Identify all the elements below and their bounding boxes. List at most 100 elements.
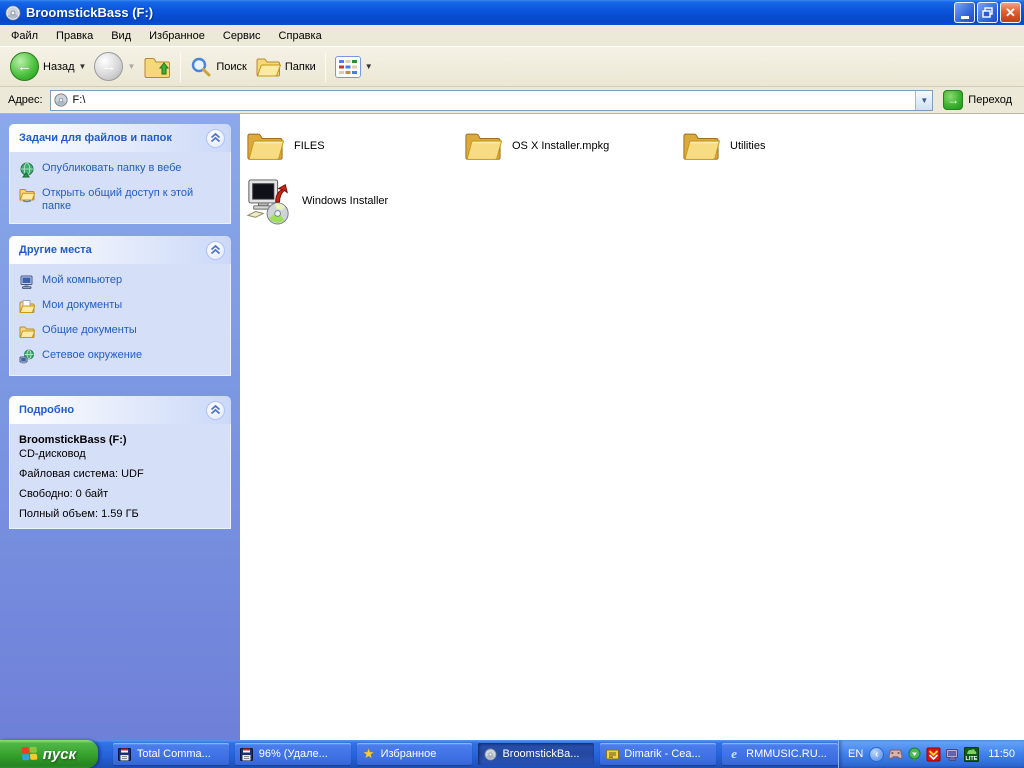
- back-label: Назад: [43, 60, 75, 73]
- menu-view[interactable]: Вид: [102, 27, 140, 45]
- panel-title: Другие места: [19, 244, 92, 256]
- file-tile-osx-installer[interactable]: OS X Installer.mpkg: [464, 122, 682, 170]
- details-filesystem: Файловая система: UDF: [19, 468, 144, 480]
- cd-drive-icon: [5, 5, 21, 20]
- forward-button[interactable]: → ▼: [90, 52, 139, 81]
- addressbar: Адрес: F:\ ▼ → Переход: [0, 87, 1024, 114]
- my-documents-icon: [19, 300, 35, 313]
- green-arrow-tray-icon[interactable]: [907, 747, 922, 762]
- toolbar: ← Назад ▼ → ▼ Поиск Папки ▼: [0, 47, 1024, 87]
- cd-drive-icon: [53, 93, 68, 107]
- menu-help[interactable]: Справка: [270, 27, 331, 45]
- floppy-icon: [240, 747, 254, 761]
- taskbar-button-favorites[interactable]: ★ Избранное: [356, 743, 473, 765]
- task-label: Опубликовать папку в вебе: [42, 162, 182, 174]
- collapse-button[interactable]: [206, 128, 225, 148]
- address-input[interactable]: F:\ ▼: [49, 89, 934, 111]
- panel-other-places: Другие места Мой компьютер Мои документы…: [9, 236, 231, 376]
- search-button[interactable]: Поиск: [186, 56, 250, 78]
- minimize-button[interactable]: [954, 2, 975, 23]
- clock[interactable]: 11:50: [988, 748, 1015, 760]
- place-label: Сетевое окружение: [42, 349, 143, 361]
- collapse-button[interactable]: [206, 400, 225, 420]
- ie-icon: e: [731, 746, 738, 761]
- cd-icon: [483, 747, 497, 761]
- content-area: Задачи для файлов и папок Опубликовать п…: [0, 114, 1024, 740]
- close-button[interactable]: ✕: [1000, 2, 1021, 23]
- forward-dropdown-caret: ▼: [127, 62, 136, 71]
- go-button[interactable]: → Переход: [933, 90, 1020, 110]
- toolbar-separator: [324, 51, 326, 82]
- up-button[interactable]: [139, 54, 175, 80]
- menu-edit[interactable]: Правка: [47, 27, 102, 45]
- publish-web-icon: [20, 162, 34, 178]
- panel-details-body: BroomstickBass (F:) CD-дисковод Файловая…: [9, 424, 231, 529]
- panel-other-places-header[interactable]: Другие места: [9, 236, 231, 264]
- my-computer-link[interactable]: Мой компьютер: [19, 274, 224, 290]
- folder-up-icon: [144, 57, 171, 78]
- task-label: Открыть общий доступ к этой папке: [42, 187, 194, 212]
- search-icon: [192, 57, 211, 76]
- start-button[interactable]: пуск: [0, 740, 98, 768]
- file-tile-files[interactable]: FILES: [246, 122, 464, 170]
- panel-details-header[interactable]: Подробно: [9, 396, 231, 424]
- svg-text:LITE: LITE: [966, 756, 978, 762]
- shared-documents-link[interactable]: Общие документы: [19, 324, 224, 340]
- address-dropdown-button[interactable]: ▼: [915, 90, 933, 110]
- shared-documents-icon: [19, 326, 35, 338]
- file-label: OS X Installer.mpkg: [512, 140, 610, 152]
- file-tile-windows-installer[interactable]: Windows Installer: [246, 174, 464, 228]
- taskbar-button-broomstickbass[interactable]: BroomstickBa...: [478, 743, 595, 765]
- taskbar-button-copy-progress[interactable]: 96% (Удале...: [234, 743, 351, 765]
- file-label: FILES: [294, 140, 325, 152]
- back-button[interactable]: ← Назад ▼: [6, 52, 90, 81]
- views-button[interactable]: ▼: [331, 55, 377, 78]
- file-label: Windows Installer: [302, 195, 389, 207]
- task-pane: Задачи для файлов и папок Опубликовать п…: [0, 114, 240, 740]
- back-dropdown-caret[interactable]: ▼: [79, 62, 87, 71]
- menu-tools[interactable]: Сервис: [214, 27, 270, 45]
- views-dropdown-caret[interactable]: ▼: [365, 62, 373, 71]
- taskbar-button-total-commander[interactable]: Total Comma...: [112, 743, 229, 765]
- language-indicator[interactable]: EN: [848, 748, 863, 760]
- taskbar-button-rmmusic[interactable]: e RMMUSIC.RU...: [722, 743, 839, 765]
- panel-file-tasks-header[interactable]: Задачи для файлов и папок: [9, 124, 231, 152]
- display-tray-icon[interactable]: [945, 747, 960, 762]
- shared-folder-icon: [19, 189, 35, 203]
- details-capacity: Полный объем: 1.59 ГБ: [19, 508, 139, 520]
- folder-icon: [465, 133, 502, 160]
- menubar: Файл Правка Вид Избранное Сервис Справка: [0, 25, 1024, 47]
- start-label: пуск: [42, 745, 77, 763]
- panel-title: Подробно: [19, 404, 75, 416]
- details-drive-type: CD-дисковод: [19, 448, 86, 460]
- network-icon: [19, 349, 34, 364]
- minimize-icon: [960, 16, 969, 19]
- floppy-icon: [118, 747, 132, 761]
- red-badge-tray-icon[interactable]: [926, 747, 941, 762]
- file-tile-utilities[interactable]: Utilities: [682, 122, 900, 170]
- lite-tray-icon[interactable]: LITE: [964, 746, 980, 762]
- installer-icon: [246, 179, 289, 225]
- views-icon: [334, 55, 361, 78]
- gamepad-tray-icon[interactable]: [888, 747, 903, 762]
- restore-button[interactable]: [977, 2, 998, 23]
- collapse-button[interactable]: [206, 240, 225, 260]
- tray-chevron-icon[interactable]: ‹: [869, 746, 885, 762]
- folder-icon: [247, 133, 284, 160]
- system-tray: EN ‹ LITE 11:50: [838, 740, 1024, 768]
- go-label: Переход: [968, 94, 1012, 106]
- file-label: Utilities: [730, 140, 766, 152]
- menu-file[interactable]: Файл: [2, 27, 47, 45]
- taskbar-button-dimarik[interactable]: Dimarik - Cea...: [600, 743, 717, 765]
- toolbar-separator: [180, 51, 182, 82]
- folders-button[interactable]: Папки: [251, 55, 320, 79]
- place-label: Общие документы: [42, 324, 137, 336]
- panel-file-tasks-body: Опубликовать папку в вебе Открыть общий …: [9, 152, 231, 224]
- taskbar-button-label: 96% (Удале...: [258, 748, 328, 760]
- folders-label: Папки: [284, 60, 316, 73]
- menu-favorites[interactable]: Избранное: [140, 27, 214, 45]
- share-folder-link[interactable]: Открыть общий доступ к этой папке: [19, 187, 224, 213]
- my-documents-link[interactable]: Мои документы: [19, 299, 224, 315]
- network-places-link[interactable]: Сетевое окружение: [19, 349, 224, 365]
- publish-folder-link[interactable]: Опубликовать папку в вебе: [19, 162, 224, 178]
